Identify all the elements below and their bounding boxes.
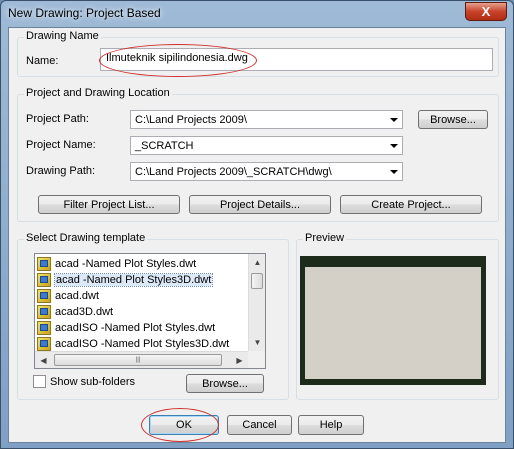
dwt-file-icon [37,257,51,271]
list-item[interactable]: acad -Named Plot Styles3D.dwt [37,272,214,288]
create-project-button[interactable]: Create Project... [340,195,482,214]
window-title: New Drawing: Project Based [8,6,161,20]
name-input[interactable]: Ilmuteknik sipilindonesia.dwg [100,48,493,71]
list-item[interactable]: acadISO -Named Plot Styles.dwt [37,320,215,336]
drawing-path-combo[interactable]: C:\Land Projects 2009\_SCRATCH\dwg\ [130,162,403,181]
close-button[interactable]: X [465,2,507,21]
chevron-down-icon[interactable] [386,112,401,127]
scroll-corner [248,351,265,368]
project-name-label: Project Name: [26,139,96,151]
dialog-window: New Drawing: Project Based X Drawing Nam… [0,0,514,449]
preview-group-label: Preview [303,232,347,244]
project-browse-button[interactable]: Browse... [418,110,488,129]
dwt-file-icon [37,337,51,351]
list-item[interactable]: acad3D.dwt [37,304,113,320]
name-label: Name: [26,55,59,67]
dwt-file-icon [37,289,51,303]
vertical-scrollbar[interactable]: ▲ ▼ [248,254,265,351]
drawing-path-label: Drawing Path: [26,165,96,177]
ok-button[interactable]: OK [149,415,219,435]
template-browse-button[interactable]: Browse... [186,374,264,393]
scroll-thumb[interactable] [251,273,263,289]
dwt-file-icon [37,321,51,335]
drawing-path-value: C:\Land Projects 2009\_SCRATCH\dwg\ [135,166,332,178]
preview-image [305,267,481,379]
show-subfolders-label: Show sub-folders [50,376,135,388]
project-name-value: _SCRATCH [135,140,194,152]
project-name-combo[interactable]: _SCRATCH [130,136,403,155]
drawing-name-group-label: Drawing Name [24,30,101,42]
scroll-down-icon[interactable]: ▼ [249,334,265,351]
close-icon: X [481,4,491,19]
list-item[interactable]: acadISO -Named Plot Styles3D.dwt [37,336,229,352]
project-details-button[interactable]: Project Details... [189,195,331,214]
project-path-combo[interactable]: C:\Land Projects 2009\ [130,110,403,129]
cancel-button[interactable]: Cancel [227,415,292,435]
dwt-file-icon [37,273,51,287]
scroll-up-icon[interactable]: ▲ [249,254,265,271]
chevron-down-icon[interactable] [386,164,401,179]
project-path-label: Project Path: [26,113,89,125]
list-item[interactable]: acad.dwt [37,288,99,304]
template-group-label: Select Drawing template [24,232,148,244]
preview-pane [300,256,486,385]
scroll-thumb[interactable]: ||| [54,354,222,366]
scroll-left-icon[interactable]: ◀ [35,352,52,368]
location-group-label: Project and Drawing Location [24,87,172,99]
help-button[interactable]: Help [298,415,364,435]
show-subfolders-checkbox[interactable] [33,375,46,388]
name-input-value: Ilmuteknik sipilindonesia.dwg [106,52,248,64]
template-list[interactable]: acad -Named Plot Styles.dwt acad -Named … [34,253,266,369]
horizontal-scrollbar[interactable]: ◀ ||| ▶ [35,351,248,368]
scroll-right-icon[interactable]: ▶ [231,352,248,368]
filter-project-list-button[interactable]: Filter Project List... [38,195,180,214]
list-item[interactable]: acad -Named Plot Styles.dwt [37,256,196,272]
dwt-file-icon [37,305,51,319]
title-bar[interactable]: New Drawing: Project Based X [1,1,513,27]
dialog-body: Drawing Name Name: Ilmuteknik sipilindon… [8,27,506,443]
chevron-down-icon[interactable] [386,138,401,153]
project-path-value: C:\Land Projects 2009\ [135,114,247,126]
